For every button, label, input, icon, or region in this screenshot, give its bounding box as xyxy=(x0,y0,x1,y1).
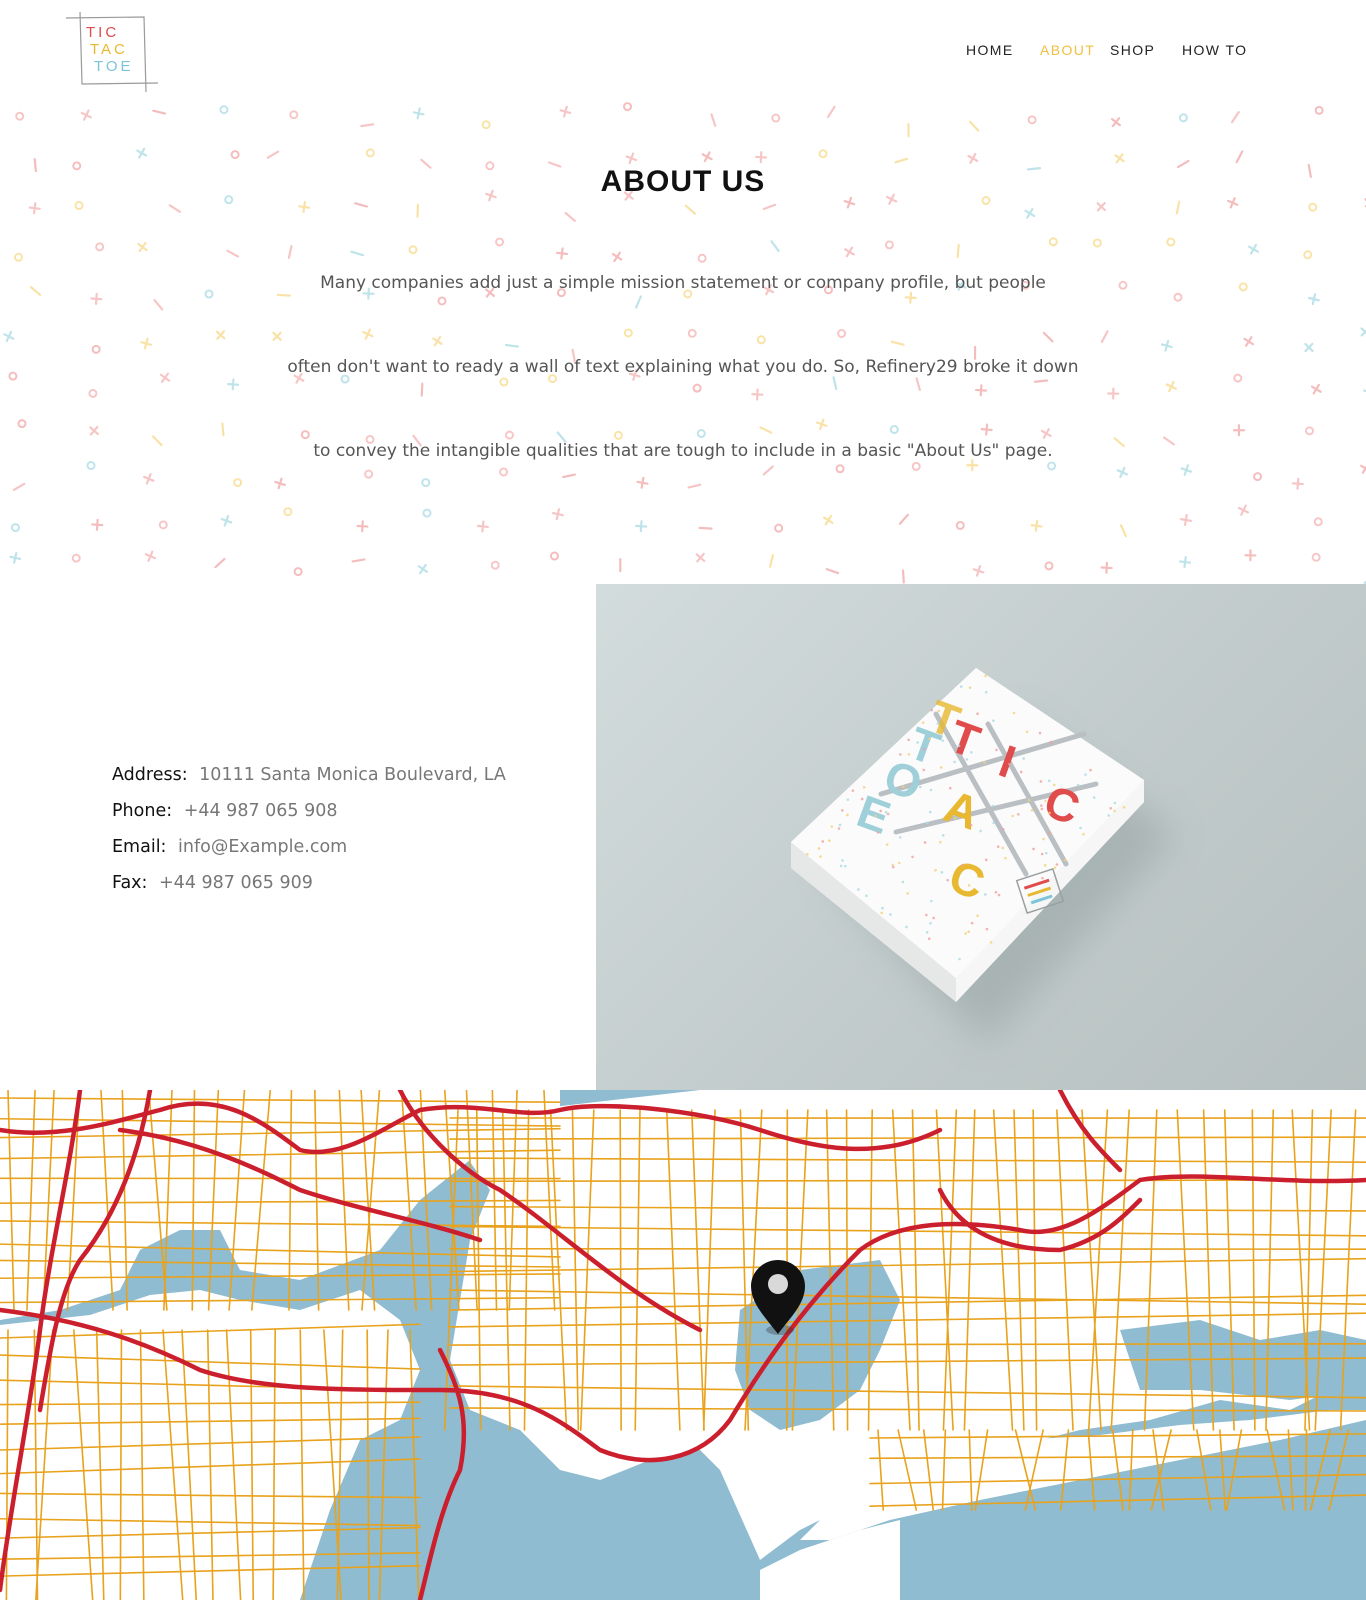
about-section: ABOUT US Many companies add just a simpl… xyxy=(0,95,1366,585)
site-header: TIC TAC TOE HOME ABOUT SHOP HOW TO xyxy=(0,0,1366,100)
address-value: 10111 Santa Monica Boulevard, LA xyxy=(199,765,506,785)
contact-address: Address: 10111 Santa Monica Boulevard, L… xyxy=(112,765,572,801)
game-box-image: T I C T A C T O E xyxy=(791,668,1176,1044)
logo-line-tic: TIC xyxy=(86,24,120,41)
phone-label: Phone: xyxy=(112,801,173,821)
page-title: ABOUT US xyxy=(600,165,766,198)
main-nav: HOME ABOUT SHOP HOW TO xyxy=(0,42,1366,62)
contact-fax: Fax: +44 987 065 909 xyxy=(112,873,572,909)
fax-label: Fax: xyxy=(112,873,148,893)
nav-shop[interactable]: SHOP xyxy=(1110,42,1155,58)
address-label: Address: xyxy=(112,765,188,785)
location-map[interactable] xyxy=(0,1090,1366,1600)
contact-email: Email: info@Example.com xyxy=(112,837,572,873)
nav-about[interactable]: ABOUT xyxy=(1040,42,1095,58)
contact-info: Address: 10111 Santa Monica Boulevard, L… xyxy=(112,765,572,909)
about-line: Many companies add just a simple mission… xyxy=(320,273,1046,293)
nav-how-to[interactable]: HOW TO xyxy=(1182,42,1247,58)
contact-phone: Phone: +44 987 065 908 xyxy=(112,801,572,837)
phone-value[interactable]: +44 987 065 908 xyxy=(184,801,338,821)
about-line: to convey the intangible qualities that … xyxy=(313,441,1053,461)
nav-home[interactable]: HOME xyxy=(966,42,1014,58)
email-value[interactable]: info@Example.com xyxy=(178,837,347,857)
about-line: often don't want to ready a wall of text… xyxy=(287,357,1079,377)
street-map xyxy=(0,1090,1366,1600)
fax-value: +44 987 065 909 xyxy=(159,873,313,893)
product-photo: T I C T A C T O E xyxy=(596,584,1366,1090)
email-label: Email: xyxy=(112,837,167,857)
